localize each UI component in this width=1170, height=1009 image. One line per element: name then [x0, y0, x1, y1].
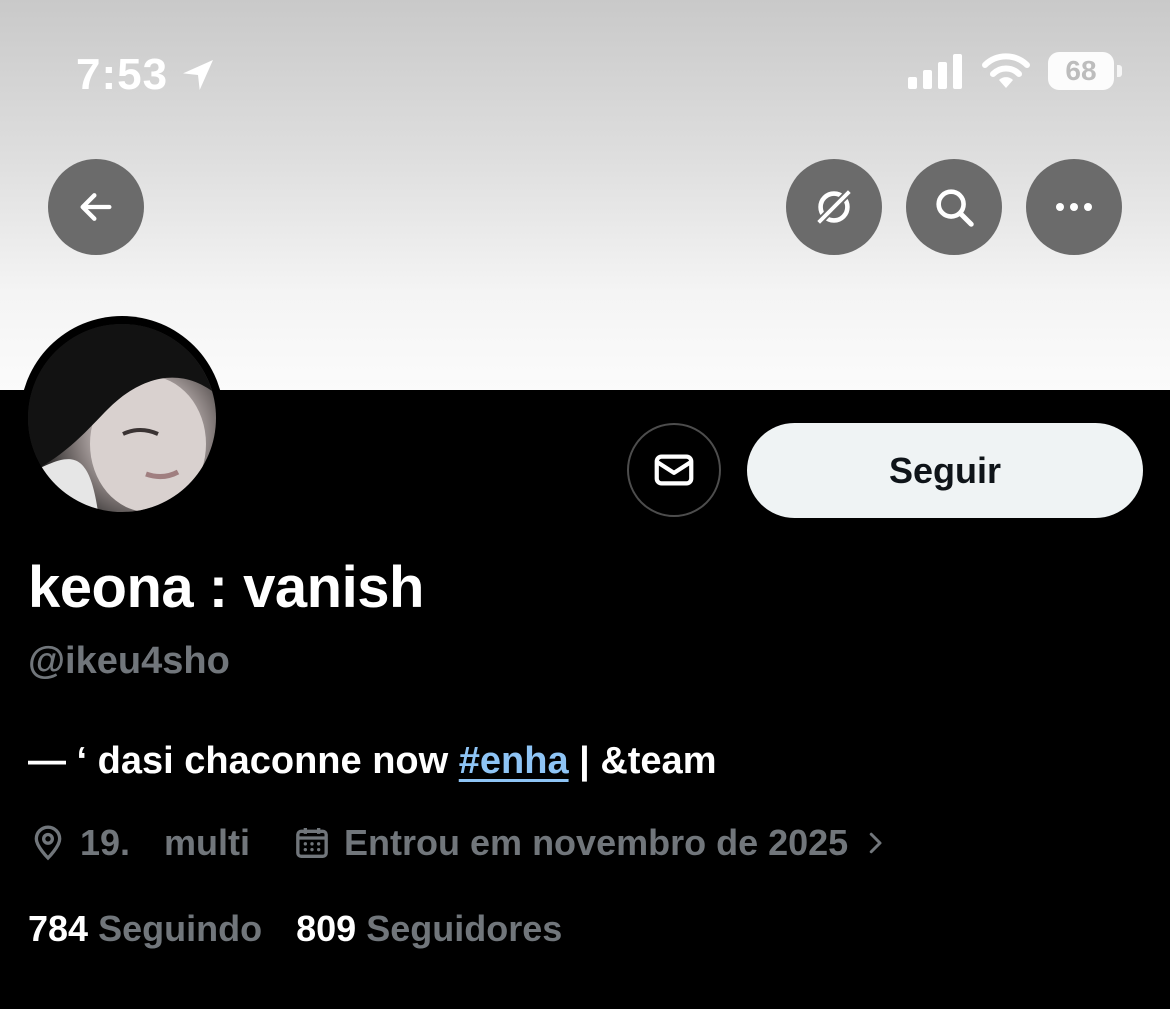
signal-icon	[908, 54, 962, 89]
bio-hashtag-link[interactable]: #enha	[459, 740, 569, 782]
battery-level: 68	[1065, 55, 1097, 86]
followers-link[interactable]: 809 Seguidores	[296, 908, 562, 949]
message-button[interactable]	[627, 423, 721, 517]
bio-text-start: — ‘ dasi chaconne now	[28, 740, 459, 782]
profile-bio: — ‘ dasi chaconne now #enha | &team	[28, 740, 716, 783]
location-arrow-icon	[183, 60, 214, 90]
search-icon	[936, 189, 974, 227]
join-date-text: Entrou em novembro de 2025	[344, 822, 849, 863]
grok-icon	[815, 188, 853, 226]
grok-button[interactable]	[786, 159, 882, 255]
location-item: 19.	[28, 822, 130, 864]
follow-stats: 784 Seguindo 809 Seguidores	[28, 908, 562, 950]
following-count: 784	[28, 908, 89, 949]
battery-tip	[1117, 65, 1122, 77]
avatar-frame[interactable]	[20, 316, 224, 520]
join-date-item[interactable]: Entrou em novembro de 2025	[292, 822, 890, 864]
more-dots-icon	[1056, 203, 1092, 211]
battery-indicator: 68	[1048, 52, 1122, 90]
search-button[interactable]	[906, 159, 1002, 255]
status-time: 7:53	[76, 50, 218, 100]
username-handle: @ikeu4sho	[28, 640, 230, 682]
avatar[interactable]	[28, 324, 216, 512]
following-link[interactable]: 784 Seguindo	[28, 908, 272, 949]
location-text: 19.	[80, 822, 131, 863]
status-indicators: 68	[908, 52, 1122, 90]
status-time-text: 7:53	[76, 50, 169, 99]
location-pin-icon	[34, 825, 62, 861]
wifi-icon	[982, 53, 1030, 88]
arrow-left-icon	[80, 193, 112, 221]
profile-meta: 19. multi Entrou em novembro de 2025	[28, 822, 890, 864]
followers-count: 809	[296, 908, 357, 949]
following-label: Seguindo	[98, 908, 263, 949]
chevron-right-icon	[869, 832, 882, 854]
mail-icon	[654, 454, 694, 486]
followers-label: Seguidores	[366, 908, 563, 949]
bio-text-end: | &team	[568, 740, 717, 782]
more-button[interactable]	[1026, 159, 1122, 255]
avatar-photo	[28, 324, 216, 512]
follow-button[interactable]: Seguir	[747, 423, 1143, 518]
extra-text: multi	[164, 822, 251, 863]
display-name: keona : vanish	[28, 555, 424, 620]
back-button[interactable]	[48, 159, 144, 255]
calendar-icon	[296, 828, 328, 858]
